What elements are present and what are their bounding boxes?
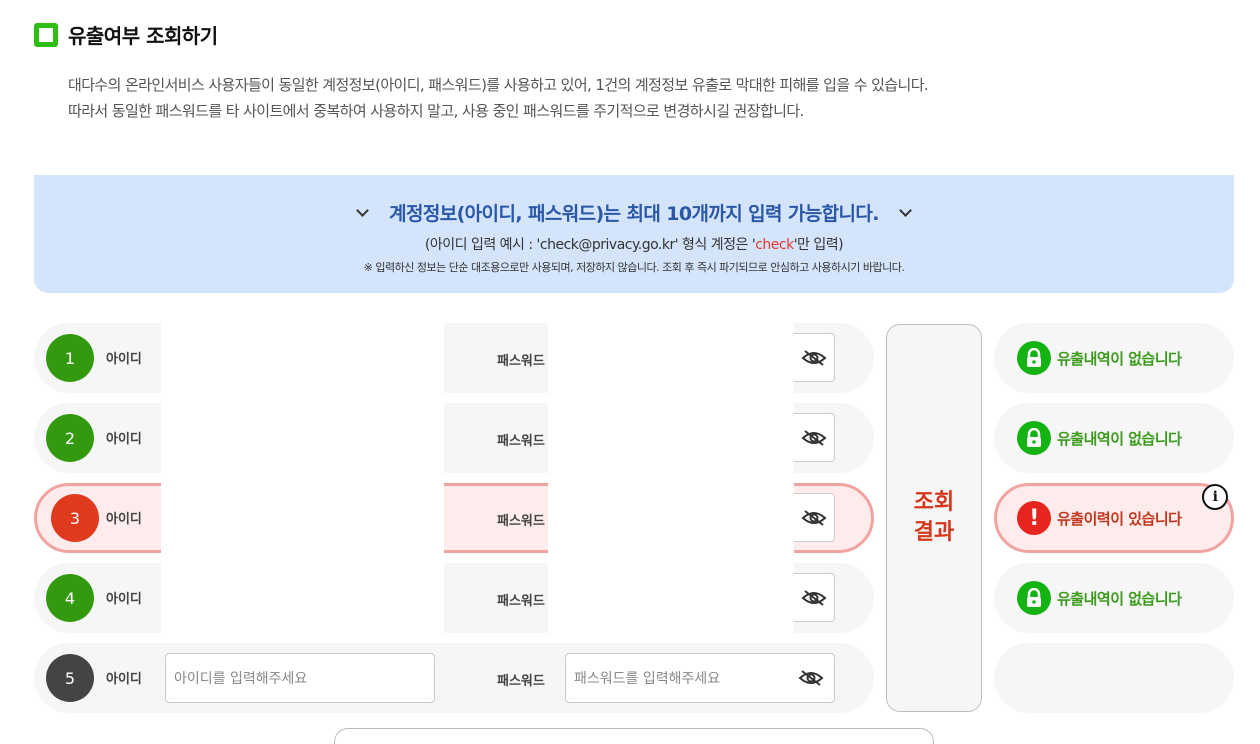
bottom-panel xyxy=(334,728,934,744)
banner-example-highlight: check xyxy=(755,237,794,253)
password-placeholder: 패스워드를 입력해주세요 xyxy=(574,671,721,687)
description-line-2: 따라서 동일한 패스워드를 타 사이트에서 중복하여 사용하지 말고, 사용 중… xyxy=(68,102,804,120)
result-text: 유출내역이 없습니다 xyxy=(1057,589,1182,608)
chevron-down-icon xyxy=(356,203,369,217)
row-number-badge: 4 xyxy=(46,574,94,622)
info-icon[interactable]: i xyxy=(1202,484,1228,510)
check-result-label-1: 조회 xyxy=(913,490,955,515)
exclamation-icon: ! xyxy=(1017,501,1051,535)
banner-example: (아이디 입력 예시 : 'check@privacy.go.kr' 형식 계정… xyxy=(34,234,1234,254)
row-number-badge: 1 xyxy=(46,334,94,382)
result-text: 유출이력이 있습니다 xyxy=(1057,509,1182,528)
password-input[interactable]: 패스워드를 입력해주세요 xyxy=(565,653,835,703)
banner-note: ※ 입력하신 정보는 단순 대조용으로만 사용되며, 저장하지 않습니다. 조회… xyxy=(363,261,905,274)
result-safe: 유출내역이 없습니다 xyxy=(994,403,1234,473)
password-label: 패스워드 xyxy=(497,514,545,529)
password-field[interactable] xyxy=(548,403,794,473)
toggle-password-button[interactable] xyxy=(794,413,835,462)
result-leaked: ! 유출이력이 있습니다 i xyxy=(994,483,1234,553)
result-text: 유출내역이 없습니다 xyxy=(1057,429,1182,448)
lock-icon xyxy=(1017,421,1051,455)
eye-slash-icon xyxy=(801,429,827,446)
password-label: 패스워드 xyxy=(497,354,545,369)
id-label: 아이디 xyxy=(106,592,142,607)
id-label: 아이디 xyxy=(106,432,142,447)
check-result-label-2: 결과 xyxy=(913,520,955,545)
account-row: 4 아이디 패스워드 xyxy=(34,563,874,633)
check-result-button[interactable]: 조회 결과 xyxy=(886,324,982,712)
id-field[interactable] xyxy=(161,483,444,553)
password-label: 패스워드 xyxy=(497,674,545,689)
account-row: 2 아이디 패스워드 xyxy=(34,403,874,473)
eye-slash-icon[interactable] xyxy=(798,669,824,687)
id-label: 아이디 xyxy=(106,672,142,687)
chevron-down-icon xyxy=(899,203,912,217)
password-label: 패스워드 xyxy=(497,594,545,609)
account-row: 5 아이디 아이디를 입력해주세요 패스워드 패스워드를 입력해주세요 xyxy=(34,643,874,713)
row-number-badge: 3 xyxy=(51,494,99,542)
square-bullet-icon xyxy=(34,22,58,47)
password-field[interactable] xyxy=(548,483,794,553)
password-field[interactable] xyxy=(548,323,794,393)
result-safe: 유출내역이 없습니다 xyxy=(994,563,1234,633)
password-label: 패스워드 xyxy=(497,434,545,449)
result-safe: 유출내역이 없습니다 xyxy=(994,323,1234,393)
banner-title: 계정정보(아이디, 패스워드)는 최대 10개까지 입력 가능합니다. xyxy=(389,203,879,225)
eye-slash-icon xyxy=(801,509,827,526)
description-line-1: 대다수의 온라인서비스 사용자들이 동일한 계정정보(아이디, 패스워드)를 사… xyxy=(68,76,929,94)
toggle-password-button[interactable] xyxy=(794,573,835,622)
row-number-badge: 2 xyxy=(46,414,94,462)
row-number-badge: 5 xyxy=(46,654,94,702)
password-field[interactable] xyxy=(548,563,794,633)
result-text: 유출내역이 없습니다 xyxy=(1057,349,1182,368)
banner-example-prefix: (아이디 입력 예시 : 'check@privacy.go.kr' 형식 계정… xyxy=(424,237,756,253)
eye-slash-icon xyxy=(801,349,827,366)
banner-example-suffix: '만 입력) xyxy=(793,237,844,253)
account-row-leaked: 3 아이디 패스워드 xyxy=(34,483,874,553)
id-field[interactable] xyxy=(161,323,444,393)
account-row: 1 아이디 패스워드 xyxy=(34,323,874,393)
toggle-password-button[interactable] xyxy=(794,493,835,542)
eye-slash-icon xyxy=(801,589,827,606)
section-header: 유출여부 조회하기 xyxy=(34,20,218,49)
result-empty xyxy=(994,643,1234,713)
info-banner: 계정정보(아이디, 패스워드)는 최대 10개까지 입력 가능합니다. (아이디… xyxy=(34,175,1234,293)
description: 대다수의 온라인서비스 사용자들이 동일한 계정정보(아이디, 패스워드)를 사… xyxy=(68,72,929,124)
lock-icon xyxy=(1017,581,1051,615)
id-label: 아이디 xyxy=(106,512,142,527)
id-label: 아이디 xyxy=(106,352,142,367)
id-field[interactable] xyxy=(161,563,444,633)
toggle-password-button[interactable] xyxy=(794,333,835,382)
id-field[interactable] xyxy=(161,403,444,473)
section-title: 유출여부 조회하기 xyxy=(68,24,218,48)
lock-icon xyxy=(1017,341,1051,375)
id-input[interactable]: 아이디를 입력해주세요 xyxy=(165,653,435,703)
